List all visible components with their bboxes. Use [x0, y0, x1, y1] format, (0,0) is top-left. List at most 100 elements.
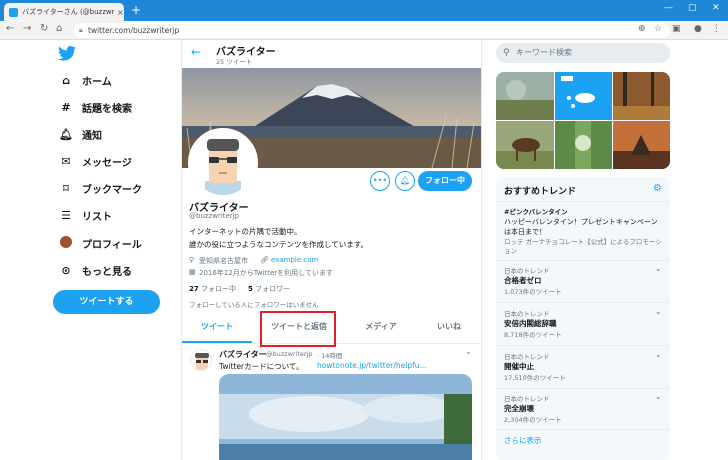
notification-bell-button[interactable]: 🔔︎	[395, 171, 415, 191]
media-thumbnail[interactable]	[496, 72, 554, 120]
tweet-time[interactable]: · 14時間	[317, 350, 342, 360]
bookmark-icon: ⌑	[63, 181, 69, 195]
trend-item-promoted[interactable]: #ピンクバレンタイン ハッピーバレンタイン！プレゼントキャンペーンは本日まで！ …	[504, 206, 664, 256]
back-arrow-icon[interactable]: ←	[191, 45, 201, 59]
lock-icon: 🔒︎	[79, 26, 83, 34]
tab-media[interactable]: メディア	[346, 321, 416, 341]
home-button-icon[interactable]: ⌂	[56, 23, 62, 34]
mail-icon: ✉	[61, 154, 71, 168]
header-tweet-count: 25 ツイート	[216, 58, 253, 66]
home-icon: ⌂	[62, 73, 70, 87]
reload-icon[interactable]: ↻	[40, 23, 48, 34]
followers-link[interactable]: 5 フォロワー	[248, 284, 290, 294]
chevron-down-icon[interactable]: ⌄	[655, 307, 662, 316]
following-button[interactable]: フォロー中	[418, 171, 472, 191]
following-count: 27	[189, 285, 199, 293]
nav-item-notifications[interactable]: 🔔︎ 通知	[58, 125, 102, 143]
extension-icon[interactable]: ⊕	[638, 24, 646, 34]
show-more-trends-link[interactable]: さらに表示	[504, 435, 542, 446]
profile-avatar[interactable]	[188, 128, 258, 198]
nav-item-profile[interactable]: プロフィール	[58, 234, 142, 252]
nav-label: リスト	[82, 211, 112, 223]
trend-context: 日本のトレンド	[504, 310, 550, 318]
new-tab-button[interactable]: +	[131, 4, 141, 16]
profile-website-link[interactable]: example.com	[271, 256, 318, 264]
chevron-down-icon[interactable]: ⌄	[655, 392, 662, 401]
trend-description: ハッピーバレンタイン！プレゼントキャンペーンは本日まで！	[504, 218, 658, 236]
browser-tab-bar: バズライターさん (@buzzwriterjp) / T × + — ▢ ✕	[0, 0, 728, 21]
twitter-logo-icon[interactable]	[58, 46, 76, 65]
chevron-down-icon[interactable]: ⌄	[465, 347, 472, 356]
profile-bio: インターネットの片隅で活動中。	[189, 227, 302, 236]
trend-item[interactable]: 日本のトレンド 合格者ゼロ 1,073件のツイート	[504, 265, 664, 296]
trend-item[interactable]: 日本のトレンド 開催中止 17,510件のツイート	[504, 351, 664, 382]
trend-name: 開催中止	[504, 362, 534, 371]
highlight-box	[260, 311, 336, 347]
chevron-down-icon[interactable]: ⌄	[655, 264, 662, 273]
url-text: twitter.com/buzzwriterjp	[88, 26, 180, 35]
link-icon: 🔗︎	[260, 256, 269, 264]
gear-icon[interactable]: ⚙	[653, 183, 662, 194]
trend-sponsor: ロッテ ガーナチョコレート【公式】によるプロモーション	[504, 238, 662, 255]
tweet-link[interactable]: howtonote.jp/twitter/helpfu...	[317, 361, 427, 370]
media-thumbnail[interactable]	[496, 121, 554, 169]
star-icon[interactable]: ☆	[654, 24, 662, 34]
search-input[interactable]: ⚲ キーワード検索	[496, 43, 670, 63]
close-window-icon[interactable]: ✕	[712, 3, 720, 13]
nav-label: メッセージ	[82, 157, 132, 169]
menu-icon[interactable]: ⋮	[712, 24, 721, 34]
nav-item-more[interactable]: ⊙ もっと見る	[58, 261, 132, 279]
tweet-text: Twitterカードについて。	[219, 362, 304, 371]
maximize-icon[interactable]: ▢	[688, 3, 697, 13]
nav-label: もっと見る	[82, 266, 132, 278]
followers-label: フォロワー	[255, 285, 291, 293]
hashtag-icon: #	[61, 100, 71, 114]
profile-joined: 2016年12月からTwitterを利用しています	[199, 269, 333, 277]
bell-icon: 🔔︎	[59, 127, 73, 141]
trend-context: 日本のトレンド	[504, 395, 550, 403]
nav-label: 話題を検索	[82, 103, 132, 115]
trend-divider	[496, 429, 670, 430]
nav-item-bookmarks[interactable]: ⌑ ブックマーク	[58, 179, 142, 197]
trends-title: おすすめトレンド	[504, 187, 577, 197]
nav-item-home[interactable]: ⌂ ホーム	[58, 71, 112, 89]
media-thumbnail[interactable]	[613, 72, 670, 120]
trend-context: 日本のトレンド	[504, 353, 550, 361]
account-icon[interactable]: ●	[694, 24, 702, 34]
trend-name: 合格者ゼロ	[504, 276, 542, 285]
following-link[interactable]: 27 フォロー中	[189, 284, 236, 294]
tab-tweets[interactable]: ツイート	[182, 321, 252, 341]
nav-item-messages[interactable]: ✉ メッセージ	[58, 152, 132, 170]
tweet-button[interactable]: ツイートする	[53, 290, 160, 314]
browser-toolbar: ← → ↻ ⌂ 🔒︎ twitter.com/buzzwriterjp ⊕ ☆ …	[0, 21, 728, 40]
search-icon: ⚲	[503, 48, 510, 58]
trend-context: 日本のトレンド	[504, 267, 550, 275]
tweet-author-name[interactable]: バズライター	[219, 349, 267, 360]
browser-tab[interactable]: バズライターさん (@buzzwriterjp) / T ×	[4, 3, 124, 21]
nav-item-explore[interactable]: # 話題を検索	[58, 98, 132, 116]
profile-bio: 誰かの役に立つようなコンテンツを作成しています。	[189, 240, 369, 249]
location-pin-icon: ⚲	[189, 256, 195, 264]
back-icon[interactable]: ←	[6, 23, 14, 34]
address-bar[interactable]: 🔒︎ twitter.com/buzzwriterjp	[74, 23, 670, 38]
tweet-card-image[interactable]	[219, 374, 472, 460]
cast-icon[interactable]: ▣	[672, 24, 681, 34]
trend-name: 完全崩壊	[504, 404, 534, 413]
tweet-author-handle: @buzzwriterjp	[266, 350, 313, 358]
minimize-icon[interactable]: —	[664, 3, 673, 13]
list-icon: ☰	[61, 208, 71, 222]
tab-close-icon[interactable]: ×	[117, 8, 124, 17]
forward-icon[interactable]: →	[23, 23, 31, 34]
trend-item[interactable]: 日本のトレンド 安倍内閣総辞職 8,718件のツイート	[504, 308, 664, 339]
more-options-button[interactable]: •••	[370, 171, 390, 191]
profile-location: 愛知県名古屋市	[199, 257, 248, 265]
media-thumbnail[interactable]	[555, 72, 612, 120]
nav-label: プロフィール	[82, 239, 142, 251]
media-thumbnail[interactable]	[555, 121, 612, 169]
nav-item-lists[interactable]: ☰ リスト	[58, 206, 112, 224]
chevron-down-icon[interactable]: ⌄	[655, 350, 662, 359]
media-thumbnail[interactable]	[613, 121, 670, 169]
tweet-avatar[interactable]	[190, 349, 212, 371]
tab-likes[interactable]: いいね	[414, 321, 484, 341]
trend-item[interactable]: 日本のトレンド 完全崩壊 2,304件のツイート	[504, 393, 664, 424]
